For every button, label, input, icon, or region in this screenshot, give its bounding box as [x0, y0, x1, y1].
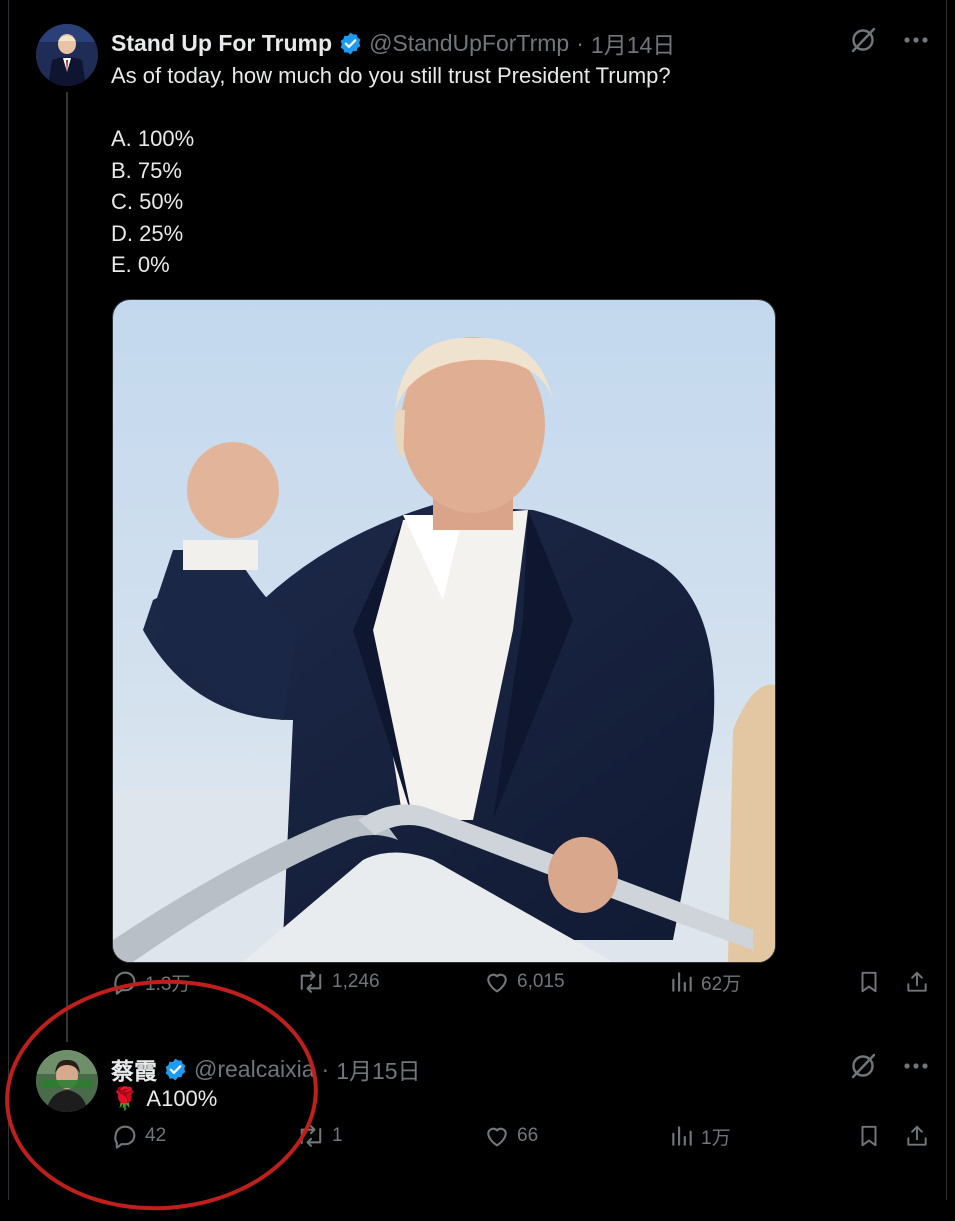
- repost-button[interactable]: 1,246: [296, 968, 380, 996]
- like-icon: [483, 1122, 511, 1150]
- reply-button[interactable]: 42: [111, 1122, 166, 1150]
- post-text-line: As of today, how much do you still trust…: [111, 63, 671, 88]
- reply-icon: [111, 1122, 139, 1150]
- reply-user-handle[interactable]: @realcaixia: [194, 1056, 315, 1083]
- display-name[interactable]: Stand Up For Trump: [111, 30, 332, 57]
- frame-border-right: [946, 0, 947, 1200]
- post-text: As of today, how much do you still trust…: [111, 60, 671, 281]
- reply-text: 🌹 A100%: [111, 1086, 217, 1112]
- grok-icon[interactable]: [849, 26, 877, 54]
- views-count: 62万: [701, 973, 742, 995]
- views-count: 1万: [701, 1127, 731, 1149]
- post-header: Stand Up For Trump @StandUpForTrmp · 1月1…: [111, 26, 675, 60]
- like-button[interactable]: 66: [483, 1122, 538, 1150]
- more-icon[interactable]: [903, 1062, 929, 1070]
- verified-badge-icon: [338, 31, 363, 56]
- frame-border-left: [8, 0, 9, 1200]
- views-button[interactable]: 62万: [669, 969, 741, 996]
- separator-dot: ·: [321, 1055, 330, 1082]
- reply-header: 蔡霞 @realcaixia · 1月15日: [111, 1052, 421, 1086]
- like-count: 66: [517, 1125, 539, 1146]
- post-photo[interactable]: [112, 299, 776, 963]
- post-text-line: B. 75%: [111, 157, 182, 183]
- bookmark-button[interactable]: [856, 968, 882, 996]
- share-icon: [904, 968, 930, 996]
- reply-display-name[interactable]: 蔡霞: [111, 1052, 157, 1086]
- post-top-actions: [849, 26, 929, 54]
- reply-top-actions: [849, 1052, 929, 1080]
- views-icon: [669, 969, 695, 995]
- grok-icon[interactable]: [849, 1052, 877, 1080]
- repost-count: 1,246: [332, 971, 380, 992]
- bookmark-icon: [856, 1122, 882, 1150]
- user-handle[interactable]: @StandUpForTrmp: [369, 30, 569, 57]
- post-text-line: A. 100%: [111, 126, 195, 151]
- share-icon: [904, 1122, 930, 1150]
- separator-dot: ·: [576, 29, 584, 56]
- bookmark-button[interactable]: [856, 1122, 882, 1150]
- bookmark-icon: [856, 968, 882, 996]
- repost-icon: [296, 968, 326, 996]
- like-button[interactable]: 6,015: [483, 968, 565, 996]
- like-icon: [483, 968, 511, 996]
- reply-text-content: A100%: [146, 1086, 218, 1111]
- rose-emoji: 🌹: [111, 1086, 139, 1111]
- repost-icon: [296, 1122, 326, 1150]
- avatar[interactable]: [36, 24, 98, 86]
- post-text-line: C. 50%: [111, 189, 184, 214]
- reply-avatar[interactable]: [36, 1050, 98, 1112]
- reply-count: 1.3万: [145, 973, 191, 995]
- share-button[interactable]: [904, 1122, 930, 1150]
- more-icon[interactable]: [903, 36, 929, 44]
- reply-date[interactable]: 1月15日: [336, 1052, 420, 1086]
- share-button[interactable]: [904, 968, 930, 996]
- reply-count: 42: [145, 1125, 167, 1146]
- reply-icon: [111, 968, 139, 996]
- post-text-line: E. 0%: [111, 252, 170, 277]
- thread-connector-line: [66, 92, 68, 1042]
- repost-count: 1: [332, 1125, 343, 1146]
- like-count: 6,015: [517, 971, 565, 992]
- views-icon: [669, 1123, 695, 1149]
- repost-button[interactable]: 1: [296, 1122, 343, 1150]
- reply-button[interactable]: 1.3万: [111, 968, 190, 996]
- verified-badge-icon: [163, 1057, 188, 1082]
- post-text-line: [111, 92, 671, 124]
- post-text-line: D. 25%: [111, 220, 184, 246]
- views-button[interactable]: 1万: [669, 1123, 731, 1150]
- post-date[interactable]: 1月14日: [591, 26, 675, 60]
